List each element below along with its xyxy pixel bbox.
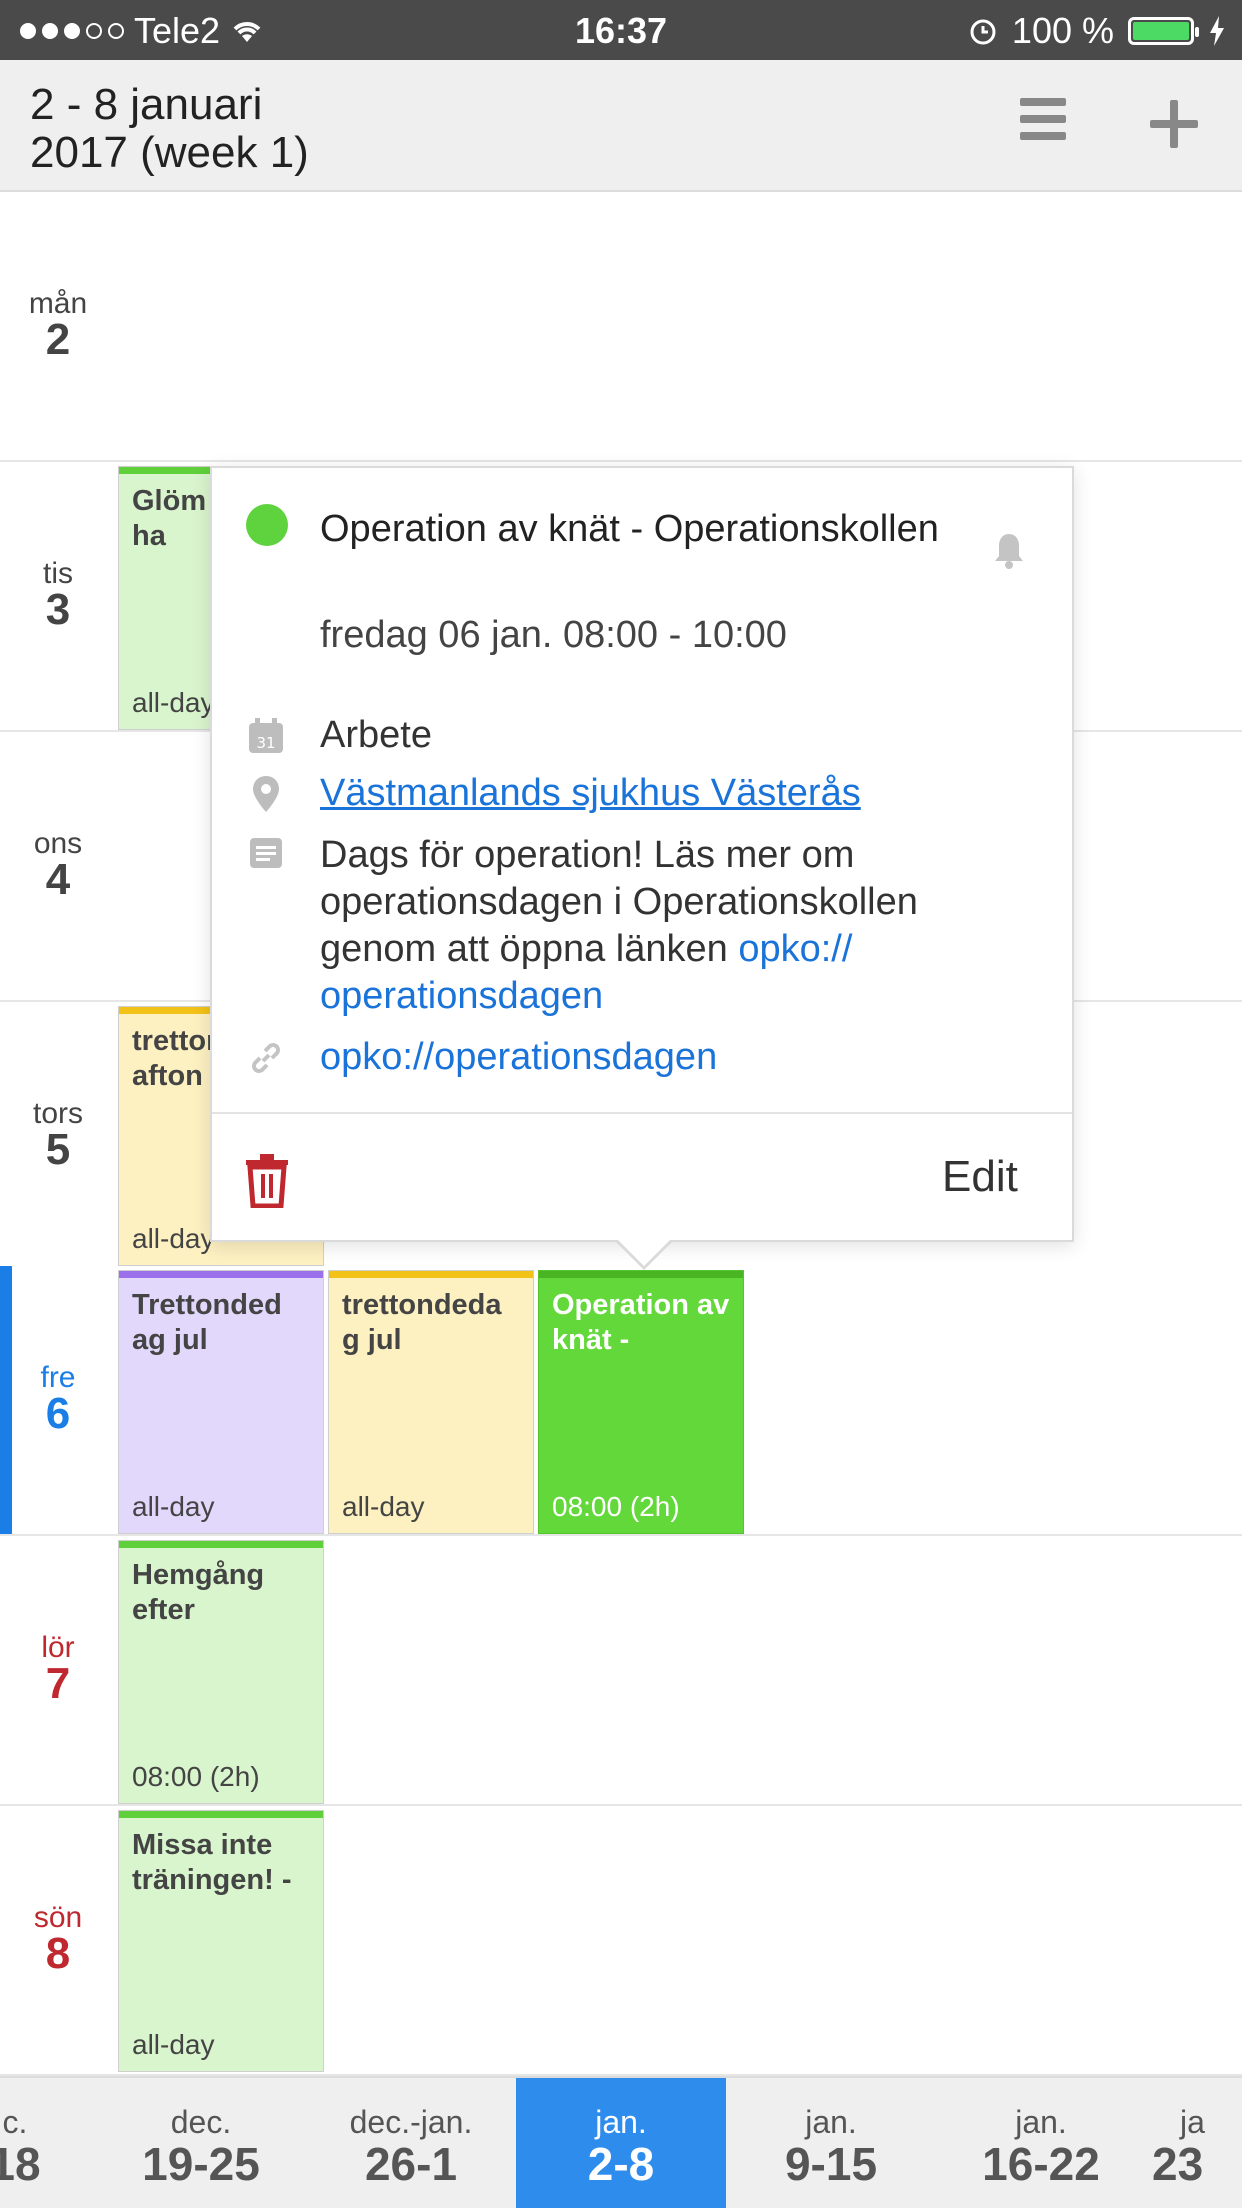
day-number: 5 [45,1125,71,1174]
day-label: tors 5 [0,1002,116,1175]
event-card[interactable]: Trettonded ag jul all-day [118,1270,324,1534]
day-label: fre 6 [0,1266,116,1439]
event-time: 08:00 (2h) [132,1761,260,1792]
charging-icon [1210,16,1224,46]
event-card-selected[interactable]: Operation av knät - 08:00 (2h) [538,1270,744,1534]
week-range: 23 [1152,2138,1204,2190]
event-time: 08:00 (2h) [552,1491,680,1522]
week-item[interactable]: ja 23 [1146,2078,1242,2208]
event-calendar-name: Arbete [320,714,432,756]
event-title: Operation av knät - [552,1289,730,1356]
alarm-icon [970,19,996,45]
event-card[interactable]: trettondeda g jul all-day [328,1270,534,1534]
week-month: jan. [805,2104,857,2140]
week-month: ja [1180,2104,1205,2140]
day-label: ons 4 [0,732,116,905]
event-description: Dags för operation! Läs mer om operation… [320,832,1020,1020]
day-row-fri[interactable]: fre 6 Trettonded ag jul all-day trettond… [0,1266,1242,1536]
week-item[interactable]: dec.-jan. 26-1 [306,2078,516,2208]
week-month: dec.-jan. [349,2104,473,2140]
day-label: lör 7 [0,1536,116,1709]
event-time: all-day [132,687,215,718]
popup-arrow [616,1240,672,1270]
week-range: 16-22 [982,2138,1100,2190]
week-subtitle: 2017 (week 1) [30,128,309,177]
event-title: trettondeda g jul [342,1289,502,1356]
event-url-link[interactable]: opko://operationsdagen [320,1036,717,1079]
trash-icon[interactable] [242,1152,292,1208]
plus-icon[interactable] [1150,100,1198,148]
event-detail-popup: Operation av knät - Operationskollen fre… [210,466,1074,1270]
week-range: 9-15 [784,2138,878,2190]
week-item[interactable]: jan. 9-15 [726,2078,936,2208]
day-number: 2 [45,315,71,364]
week-month: dec. [170,2104,232,2140]
bell-icon[interactable] [992,530,1026,570]
day-number: 3 [45,585,71,634]
event-card[interactable]: Missa inte träningen! - all-day [118,1810,324,2072]
week-range: 26-1 [364,2138,458,2190]
day-number: 8 [45,1929,71,1978]
status-bar: Tele2 16:37 100 % [0,0,1242,60]
location-pin-icon [253,776,279,812]
week-item[interactable]: dec. 19-25 [96,2078,306,2208]
day-label: tis 3 [0,462,116,635]
event-time: all-day [132,1223,215,1254]
edit-button[interactable]: Edit [942,1152,1018,1202]
event-time: all-day [342,1491,425,1522]
week-month: jan. [595,2104,647,2140]
event-time: all-day [132,1491,215,1522]
event-detail-title: Operation av knät - Operationskollen [320,508,939,550]
day-row-sun[interactable]: sön 8 Missa inte träningen! - all-day [0,1806,1242,2076]
battery-icon [1128,17,1199,45]
day-number: 4 [45,855,71,904]
day-row-mon[interactable]: mån 2 [0,192,1242,462]
notes-icon [250,838,282,868]
status-right: 100 % [968,10,1226,52]
hamburger-menu-icon[interactable] [1020,98,1066,144]
event-location-link[interactable]: Västmanlands sjukhus Västerås [320,772,861,815]
event-title: Trettonded ag jul [132,1289,282,1356]
event-title: Hemgång efter [132,1559,265,1626]
week-item[interactable]: jan. 16-22 [936,2078,1146,2208]
event-card[interactable]: Hemgång efter 08:00 (2h) [118,1540,324,1804]
week-range: 19-25 [142,2138,260,2190]
calendar-icon: 31 [249,718,283,753]
day-number: 6 [45,1389,71,1438]
link-icon [252,1043,280,1073]
day-number: 7 [45,1659,71,1708]
week-header: 2 - 8 januari 2017 (week 1) [0,60,1242,192]
event-color-dot [246,504,288,546]
week-selector: c. 18 dec. 19-25 dec.-jan. 26-1 jan. 2-8… [0,2076,1242,2208]
event-time: all-day [132,2029,215,2060]
battery-percent: 100 % [1011,10,1114,51]
week-range: 2-8 [587,2138,655,2190]
svg-text:31: 31 [256,734,275,752]
day-label: mån 2 [0,192,116,365]
popup-divider [212,1112,1072,1114]
week-title: 2 - 8 januari [30,80,263,129]
week-month: jan. [1015,2104,1067,2140]
day-row-sat[interactable]: lör 7 Hemgång efter 08:00 (2h) [0,1536,1242,1806]
event-detail-date: fredag 06 jan. 08:00 - 10:00 [320,614,787,656]
week-item-selected[interactable]: jan. 2-8 [516,2078,726,2208]
day-label: sön 8 [0,1806,116,1979]
event-title: Missa inte träningen! - [132,1829,292,1896]
